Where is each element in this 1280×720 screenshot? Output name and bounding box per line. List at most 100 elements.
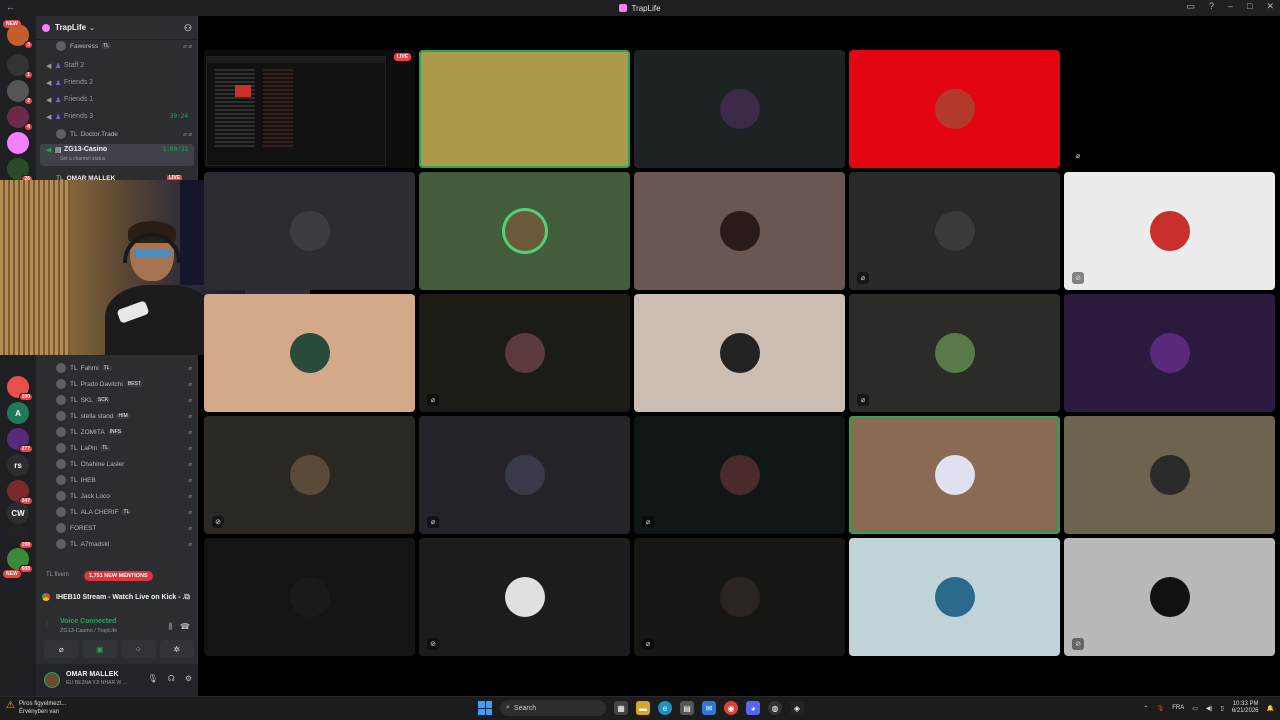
server-icon-3[interactable]: 4: [7, 106, 33, 131]
participant-tile[interactable]: ⌀: [849, 294, 1060, 412]
participant-tile[interactable]: [849, 416, 1060, 534]
voice-user[interactable]: TL SKL SCK ⌀: [56, 392, 196, 408]
voice-connected-label[interactable]: Voice Connected: [60, 618, 116, 625]
voice-user[interactable]: FOREST ⌀: [56, 520, 196, 536]
screen-share-tile[interactable]: LIVE: [204, 50, 415, 168]
voice-channel[interactable]: ◀ ♟ Friends 2: [40, 75, 194, 90]
gear-icon[interactable]: ⚙: [185, 674, 192, 683]
task-view-icon[interactable]: ▦: [614, 701, 628, 715]
server-icon-13[interactable]: 608: [7, 548, 33, 573]
notification-bell-icon[interactable]: 🔔: [1267, 705, 1274, 712]
battery-icon[interactable]: ▯: [1221, 705, 1224, 712]
my-status[interactable]: ELI BE3NA YJI NHAR W ...: [66, 680, 127, 686]
camera-off-button[interactable]: ⌀: [44, 640, 79, 658]
obs-icon[interactable]: ◍: [768, 701, 782, 715]
microphone-icon[interactable]: 🎙: [148, 674, 158, 683]
chevron-up-icon[interactable]: ⌃: [1144, 705, 1149, 712]
server-header[interactable]: TrapLife ⌄ ⚇: [36, 16, 198, 40]
help-icon[interactable]: ?: [1209, 1, 1214, 12]
new-pill-bottom[interactable]: NEW: [3, 570, 21, 578]
channel-zg13-casino[interactable]: ◀ ▤ ZG13-Casino 1:00:31 Set a channel st…: [40, 144, 194, 166]
participant-tile[interactable]: [634, 294, 845, 412]
mic-tray-icon[interactable]: 🎙: [1157, 705, 1165, 712]
avatar[interactable]: [44, 672, 60, 688]
category-tl-fivem[interactable]: TL fivem: [46, 572, 69, 578]
participant-tile[interactable]: [849, 50, 1060, 168]
participant-tile[interactable]: [1064, 416, 1275, 534]
edge-icon[interactable]: e: [658, 701, 672, 715]
voice-user[interactable]: TL stella stand HIM ⌀: [56, 408, 196, 424]
headphones-icon[interactable]: ☊: [168, 674, 175, 683]
new-mentions-pill[interactable]: 1,751 NEW MENTIONS: [84, 571, 153, 581]
server-icon-2[interactable]: 2: [7, 80, 33, 105]
participant-tile[interactable]: ⊘: [1064, 538, 1275, 656]
participant-tile[interactable]: ⌀: [1064, 50, 1275, 168]
participant-tile[interactable]: ⌀: [419, 294, 630, 412]
new-pill[interactable]: NEW: [3, 20, 21, 28]
participant-tile[interactable]: [634, 172, 845, 290]
server-icon-7[interactable]: A: [7, 402, 29, 424]
voice-user[interactable]: TL IHEB ⌀: [56, 472, 196, 488]
taskbar-search[interactable]: ⌕ Search: [500, 700, 606, 716]
participant-tile[interactable]: ⊘: [204, 416, 415, 534]
participant-tile[interactable]: ⌀: [634, 538, 845, 656]
voice-user[interactable]: Faweress TL ⌀ ⌀: [56, 38, 196, 54]
voice-channel[interactable]: ◀ ♟ Staff 2: [40, 58, 194, 73]
participant-tile[interactable]: ⌀: [419, 416, 630, 534]
voice-user[interactable]: TL Jack Loco ⌀: [56, 488, 196, 504]
invite-people-icon[interactable]: ⚇: [184, 23, 192, 34]
participant-tile[interactable]: ⌀: [849, 172, 1060, 290]
participant-tile[interactable]: [204, 294, 415, 412]
server-icon-9[interactable]: rs: [7, 454, 29, 476]
participant-tile[interactable]: [849, 538, 1060, 656]
store-icon[interactable]: ▤: [680, 701, 694, 715]
maximize-button[interactable]: □: [1247, 1, 1252, 12]
mail-icon[interactable]: ✉: [702, 701, 716, 715]
voice-user[interactable]: TL Prado Davitchi BEST ⌀: [56, 376, 196, 392]
participant-tile[interactable]: [634, 50, 845, 168]
server-icon-1[interactable]: 1: [7, 54, 33, 79]
weather-widget[interactable]: ⚠ Piros figyelmezt... Érvényben van: [6, 700, 66, 716]
close-button[interactable]: ✕: [1266, 1, 1274, 12]
volume-icon[interactable]: ◀): [1206, 705, 1213, 712]
participant-tile[interactable]: [204, 538, 415, 656]
server-icon-6[interactable]: 190: [7, 376, 33, 401]
participant-tile[interactable]: ⊘: [419, 538, 630, 656]
participant-tile[interactable]: [419, 50, 630, 168]
chrome-taskbar-icon[interactable]: ◉: [724, 701, 738, 715]
back-arrow-icon[interactable]: ←: [6, 2, 15, 12]
disconnect-icon[interactable]: ☎: [180, 622, 190, 632]
participant-tile[interactable]: [1064, 294, 1275, 412]
voice-user[interactable]: TL Doctor.Trade ⌀ ⌀: [56, 126, 196, 142]
channel-status[interactable]: Set a channel status: [60, 156, 105, 162]
participant-tile[interactable]: [204, 172, 415, 290]
inbox-icon[interactable]: ▭: [1186, 1, 1195, 12]
participant-tile[interactable]: ⊘: [1064, 172, 1275, 290]
share-screen-button[interactable]: ▣: [82, 640, 117, 658]
popout-icon[interactable]: ⧉: [184, 592, 190, 602]
voice-user[interactable]: TL Fahmi TL ⌀: [56, 360, 196, 376]
server-icon-5[interactable]: 26: [7, 158, 33, 183]
voice-channel[interactable]: ◀ ♟ Friends 3 39:24: [40, 109, 194, 124]
voice-user[interactable]: TL ALA CHERIF TL ⌀: [56, 504, 196, 520]
voice-channel[interactable]: ◀ ♟ Friends 1: [40, 92, 194, 107]
server-icon-8[interactable]: 277: [7, 428, 33, 453]
windows-start-icon[interactable]: [478, 701, 492, 715]
server-icon-4[interactable]: [7, 132, 29, 154]
clock[interactable]: 10:33 PM 6/21/2026: [1232, 701, 1259, 715]
activities-button[interactable]: ⁘: [121, 640, 156, 658]
server-icon-11[interactable]: CW: [7, 502, 29, 524]
minimize-button[interactable]: –: [1228, 1, 1233, 12]
file-explorer-icon[interactable]: ▬: [636, 701, 650, 715]
server-icon-10[interactable]: 347: [7, 480, 33, 505]
server-icon-12[interactable]: 198: [7, 524, 33, 549]
my-username[interactable]: OMAR MALLEK: [66, 671, 119, 678]
network-icon[interactable]: ▭: [1192, 705, 1198, 712]
app-icon[interactable]: ◈: [790, 701, 804, 715]
noise-suppression-icon[interactable]: ⫼: [168, 622, 172, 632]
soundboard-button[interactable]: ✲: [159, 640, 194, 658]
stream-activity[interactable]: IHEB10 Stream - Watch Live on Kick - ...…: [40, 588, 194, 606]
signal-icon[interactable]: ⫶: [46, 620, 48, 630]
participant-tile[interactable]: [419, 172, 630, 290]
voice-user[interactable]: TL Chahine Lasler ⌀: [56, 456, 196, 472]
